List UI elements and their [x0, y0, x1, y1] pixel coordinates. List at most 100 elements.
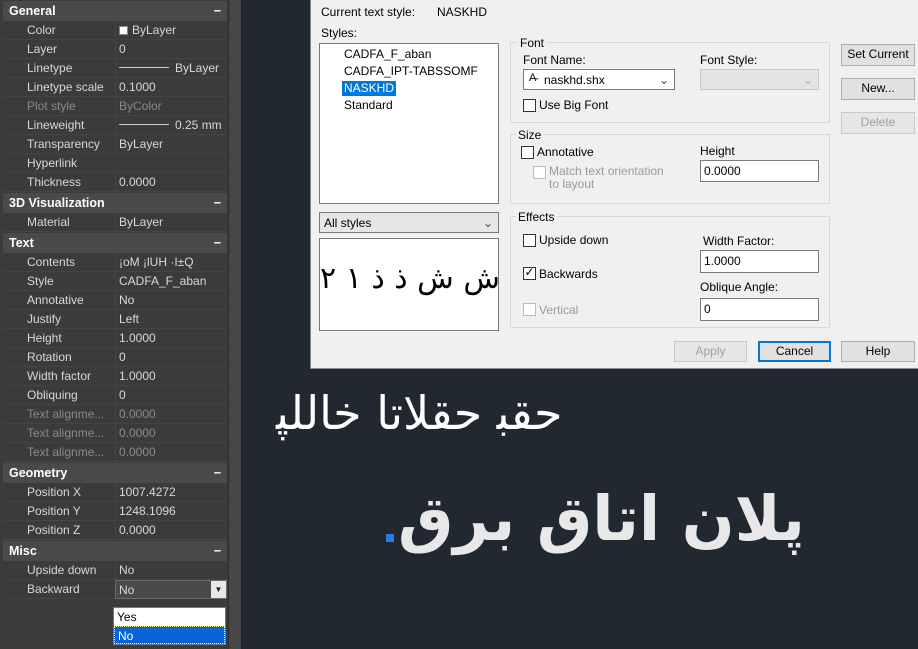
set-current-button[interactable]: Set Current	[841, 44, 915, 66]
property-value[interactable]: ¡oM ¡lUH ·I±Q	[115, 253, 227, 272]
property-row[interactable]: Height 1.0000	[3, 329, 227, 348]
property-row[interactable]: Annotative No	[3, 291, 227, 310]
section-title: Geometry	[9, 466, 68, 480]
section-header[interactable]: Text −	[3, 233, 227, 253]
collapse-icon[interactable]: −	[214, 541, 221, 561]
property-value[interactable]: 1007.4272	[115, 483, 227, 502]
property-row[interactable]: Plot style ByColor	[3, 97, 227, 116]
style-item-standard[interactable]: Standard	[342, 98, 395, 113]
property-row[interactable]: Material ByLayer	[3, 213, 227, 232]
help-button[interactable]: Help	[841, 341, 915, 362]
match-orientation-checkbox[interactable]	[533, 166, 546, 179]
property-value[interactable]: Left	[115, 310, 227, 329]
collapse-icon[interactable]: −	[214, 463, 221, 483]
property-value[interactable]: 0	[115, 40, 227, 59]
property-row[interactable]: Lineweight 0.25 mm	[3, 116, 227, 135]
height-input[interactable]: 0.0000	[700, 160, 819, 182]
property-row[interactable]: Obliquing 0	[3, 386, 227, 405]
property-row[interactable]: Hyperlink	[3, 154, 227, 173]
property-row[interactable]: Linetype ByLayer	[3, 59, 227, 78]
property-row[interactable]: Upside down No	[3, 561, 227, 580]
backwards-checkbox[interactable]: ✓	[523, 265, 536, 280]
property-value[interactable]: 0.0000	[115, 521, 227, 540]
property-value[interactable]: 0.0000	[115, 443, 227, 462]
backward-value: No	[119, 583, 135, 597]
property-value[interactable]: No	[115, 561, 227, 580]
property-value[interactable]: 0.1000	[115, 78, 227, 97]
property-row[interactable]: Text alignme... 0.0000	[3, 405, 227, 424]
property-row[interactable]: Text alignme... 0.0000	[3, 443, 227, 462]
collapse-icon[interactable]: −	[214, 193, 221, 213]
property-row[interactable]: Transparency ByLayer	[3, 135, 227, 154]
property-row[interactable]: Width factor 1.0000	[3, 367, 227, 386]
property-value[interactable]: 0.0000	[115, 424, 227, 443]
collapse-icon[interactable]: −	[214, 233, 221, 253]
styles-filter-select[interactable]: All styles ⌄	[319, 212, 499, 233]
chevron-down-icon[interactable]: ▼	[211, 581, 226, 598]
backward-dropdown-list[interactable]: Yes No	[113, 607, 226, 645]
property-row[interactable]: Style CADFA_F_aban	[3, 272, 227, 291]
property-row[interactable]: Text alignme... 0.0000	[3, 424, 227, 443]
width-factor-input[interactable]: 1.0000	[700, 250, 819, 273]
section-header[interactable]: General −	[3, 1, 227, 21]
style-item-cadfa-ipt-tabssomf[interactable]: CADFA_IPT-TABSSOMF	[342, 64, 480, 79]
section-header[interactable]: 3D Visualization −	[3, 193, 227, 213]
property-row[interactable]: Position Z 0.0000	[3, 521, 227, 540]
canvas-text-backwards[interactable]: ﺣﻘﺒ ﺣﻘﻼﺗﺎ ﺧﺎﻟﻠﭙ	[276, 386, 562, 440]
vertical-checkbox[interactable]	[523, 303, 536, 316]
property-value[interactable]: ByLayer	[115, 213, 227, 232]
property-row[interactable]: Contents ¡oM ¡lUH ·I±Q	[3, 253, 227, 272]
property-value[interactable]: 0	[115, 386, 227, 405]
section-geometry: Geometry − Position X 1007.4272 Position Y 12…	[0, 463, 241, 540]
property-row[interactable]: Layer 0	[3, 40, 227, 59]
property-value[interactable]: 0.0000	[115, 405, 227, 424]
property-value[interactable]: 1248.1096	[115, 502, 227, 521]
property-row[interactable]: Position Y 1248.1096	[3, 502, 227, 521]
use-big-font-checkbox[interactable]	[523, 99, 536, 112]
property-value-text: 0.1000	[119, 80, 156, 94]
property-value[interactable]: 0.25 mm	[115, 116, 227, 135]
backward-select[interactable]: No ▼	[115, 580, 227, 599]
upside-down-checkbox[interactable]	[523, 234, 536, 247]
property-row[interactable]: Justify Left	[3, 310, 227, 329]
property-value-text: 0	[119, 42, 126, 56]
annotative-checkbox[interactable]	[521, 146, 534, 159]
property-row[interactable]: Color ByLayer	[3, 21, 227, 40]
property-value[interactable]: CADFA_F_aban	[115, 272, 227, 291]
property-row[interactable]: Linetype scale 0.1000	[3, 78, 227, 97]
property-value-text: No	[119, 563, 135, 577]
apply-button[interactable]: Apply	[674, 341, 747, 362]
canvas-text-title[interactable]: پلان اتاق برق	[398, 482, 805, 555]
property-value[interactable]: ByLayer	[115, 21, 227, 40]
property-row[interactable]: Thickness 0.0000	[3, 173, 227, 192]
dropdown-option-yes[interactable]: Yes	[114, 608, 225, 626]
property-row[interactable]: Position X 1007.4272	[3, 483, 227, 502]
property-label: Contents	[27, 255, 76, 269]
section-header[interactable]: Geometry −	[3, 463, 227, 483]
property-value[interactable]: No	[115, 291, 227, 310]
property-value[interactable]: ByLayer	[115, 135, 227, 154]
cancel-button[interactable]: Cancel	[758, 341, 831, 362]
new-style-button[interactable]: New...	[841, 78, 915, 100]
dropdown-option-no[interactable]: No	[114, 626, 225, 644]
text-insertion-grip[interactable]	[386, 534, 394, 542]
styles-listbox[interactable]: CADFA_F_aban CADFA_IPT-TABSSOMF NASKHD S…	[319, 43, 499, 204]
style-item-cadfa-f-aban[interactable]: CADFA_F_aban	[342, 47, 433, 62]
property-value[interactable]: ByColor	[115, 97, 227, 116]
oblique-angle-input[interactable]: 0	[700, 298, 819, 321]
font-name-select[interactable]: naskhd.shx A̴ ⌄	[523, 69, 675, 90]
collapse-icon[interactable]: −	[214, 1, 221, 21]
property-value[interactable]: 1.0000	[115, 329, 227, 348]
property-value[interactable]: ByLayer	[115, 59, 227, 78]
property-row[interactable]: Rotation 0	[3, 348, 227, 367]
property-value[interactable]: 1.0000	[115, 367, 227, 386]
style-item-naskhd[interactable]: NASKHD	[342, 81, 397, 96]
property-value[interactable]: 0	[115, 348, 227, 367]
section-header[interactable]: Misc −	[3, 541, 227, 561]
property-row[interactable]: Backward No ▼	[3, 580, 227, 599]
delete-style-button[interactable]: Delete	[841, 112, 915, 134]
property-label: Lineweight	[27, 118, 85, 132]
height-label: Height	[700, 144, 735, 158]
font-style-select[interactable]: ⌄	[700, 69, 819, 90]
property-value[interactable]: 0.0000	[115, 173, 227, 192]
